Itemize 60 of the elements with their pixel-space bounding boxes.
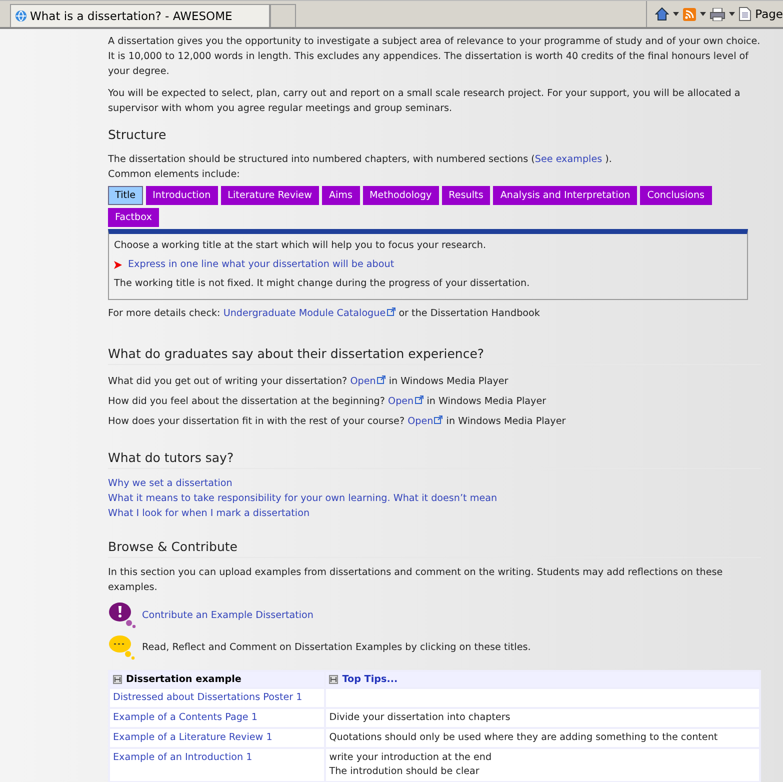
tab[interactable]: Title (108, 186, 143, 205)
globe-icon (15, 10, 27, 22)
link[interactable]: Open (408, 416, 444, 427)
printer-icon[interactable] (710, 8, 726, 20)
question-line: What did you get out of writing your dissertation? Open in Windows Media Player (108, 374, 510, 389)
instruction-text: Read, Reflect and Comment on Dissertation Examples by clicking on these titles. (142, 642, 531, 652)
thought-bubble-icon (108, 602, 136, 628)
link[interactable]: Contribute an Example Dissertation (142, 610, 314, 620)
paragraph: The dissertation should be structured into numbered chapters, with numbered sections (See examples ). (108, 153, 613, 167)
arrow-bullet-icon (114, 260, 122, 268)
paragraph: You will be expected to select, plan, carry out and report on a small scale research project. For your support, you will be allocated a supervisor with whom you agree regular meetings and group seminars. (108, 87, 742, 116)
tab[interactable]: Methodology (362, 186, 439, 205)
link[interactable]: Distressed about Dissertations Poster 1 (113, 692, 302, 703)
tab[interactable]: Literature Review (220, 186, 319, 205)
section-heading: What do graduates say about their dissertation experience? (108, 346, 761, 365)
link[interactable]: What it means to take responsibility for your own learning. What it doesn’t mean (108, 493, 498, 504)
panel-text: Choose a working title at the start which will help you to focus your research. (114, 240, 486, 251)
external-link-icon (434, 415, 444, 424)
question-line: How did you feel about the dissertation at the beginning? Open in Windows Media Player (108, 394, 548, 409)
browser-tab[interactable]: What is a dissertation? - AWESOME (10, 4, 270, 27)
link[interactable]: Example of a Contents Page 1 (113, 712, 258, 723)
link[interactable]: Open (388, 396, 424, 407)
tip-text: Quotations should only be used where they are adding something to the content (329, 731, 719, 745)
external-link-icon (386, 307, 396, 316)
paragraph: In this section you can upload examples from dissertations and comment on the writing. Students may add reflections on these examples. (108, 566, 724, 595)
tip-text: write your introduction at the end (329, 751, 493, 765)
link[interactable]: What I look for when I mark a dissertation (108, 508, 310, 519)
tab[interactable]: Conclusions (640, 186, 712, 205)
external-link-icon (414, 395, 424, 404)
link[interactable]: Undergraduate Module Catalogue (223, 308, 396, 319)
caret-icon[interactable] (729, 12, 736, 16)
link[interactable]: Express in one line what your dissertation will be about (128, 259, 394, 270)
link[interactable]: Example of a Literature Review 1 (113, 732, 272, 743)
section-heading: What do tutors say? (108, 450, 761, 469)
paragraph: A dissertation gives you the opportunity to investigate a subject area of relevance to your programme of study and of your own choice. It is 10,000 to 12,000 words in length. This excludes any appendices. The dissertation is worth 40 credits of the final honours level of your degree. (108, 35, 761, 79)
tab[interactable]: Analysis and Interpretation (493, 186, 638, 205)
caret-icon[interactable] (700, 12, 706, 16)
link[interactable]: Open (350, 376, 386, 387)
tip-text: The introdution should be clear (329, 765, 480, 779)
page-icon[interactable] (739, 7, 752, 21)
tab[interactable]: Introduction (146, 186, 218, 205)
link[interactable]: Why we set a dissertation (108, 478, 232, 489)
section-heading: Browse & Contribute (108, 539, 761, 558)
column-header: Dissertation example (126, 674, 242, 685)
tab[interactable]: Factbox (108, 208, 159, 227)
paragraph: Common elements include: (108, 168, 241, 182)
link[interactable]: See examples (534, 154, 602, 165)
question-line: How does your dissertation fit in with the rest of your course? Open in Windows Media Player (108, 414, 567, 429)
caret-icon[interactable] (673, 12, 680, 16)
tip-text: Divide your dissertation into chapters (329, 711, 512, 725)
paragraph: For more details check: Undergraduate Module Catalogue or the Dissertation Handbook (108, 306, 541, 321)
page-menu[interactable]: Page (755, 7, 783, 21)
panel-text: The working title is not fixed. It might change during the progress of your dissertation. (114, 278, 530, 289)
column-header[interactable]: Top Tips... (342, 674, 398, 685)
speech-bubble-icon (108, 634, 136, 660)
link[interactable]: Example of an Introduction 1 (113, 752, 252, 763)
tab[interactable]: Results (442, 186, 490, 205)
section-heading: Structure (108, 127, 168, 144)
tab[interactable]: Aims (322, 186, 360, 205)
external-link-icon (376, 375, 386, 384)
